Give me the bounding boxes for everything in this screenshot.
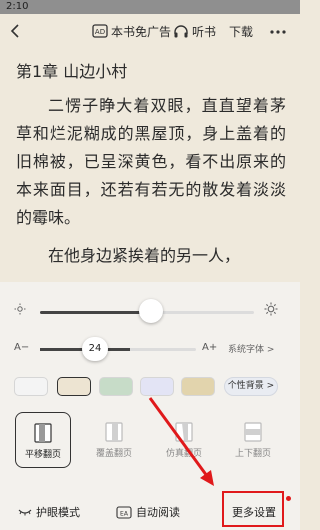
scroll-page-icon — [244, 422, 262, 442]
flip-mode-cover[interactable]: 覆盖翻页 — [86, 412, 142, 468]
brightness-low-icon — [14, 303, 26, 315]
custom-background-button[interactable]: 个性背景 > — [224, 377, 278, 396]
background-swatch-parchment[interactable] — [57, 377, 91, 396]
font-increase-button[interactable]: A+ — [202, 342, 217, 353]
brightness-slider-thumb[interactable] — [139, 299, 163, 323]
font-size-value[interactable]: 24 — [82, 337, 108, 361]
ad-free-icon: AD — [92, 24, 108, 38]
ad-free-label: 本书免广告 — [111, 24, 172, 39]
background-swatch-lavender[interactable] — [140, 377, 174, 396]
status-bar: 2:10 — [0, 0, 300, 14]
auto-read-button[interactable]: EA 自动阅读 — [116, 502, 180, 522]
annotation-highlight-box — [222, 491, 284, 527]
background-swatch-white[interactable] — [14, 377, 48, 396]
font-decrease-button[interactable]: A− — [14, 342, 29, 353]
headphones-icon — [174, 25, 188, 38]
brightness-slider-fill — [40, 311, 151, 314]
curl-page-icon — [175, 422, 193, 442]
auto-read-label: 自动阅读 — [136, 506, 180, 519]
back-icon[interactable] — [6, 21, 26, 41]
notification-dot — [286, 496, 291, 501]
eye-icon — [18, 509, 32, 516]
flip-mode-label: 上下翻页 — [234, 449, 271, 459]
eye-mode-label: 护眼模式 — [36, 506, 80, 519]
auto-read-icon: EA — [116, 505, 132, 519]
ad-free-button[interactable]: AD 本书免广告 — [92, 23, 171, 39]
listen-label: 听书 — [192, 24, 217, 39]
page-flip-row: 平移翻页 覆盖翻页 仿真翻页 上下翻页 — [0, 412, 300, 472]
content-paragraph: 二愣子睁大着双眼，直直望着茅草和烂泥糊成的黑屋顶，身上盖着的旧棉被，已呈深黄色，… — [16, 96, 286, 227]
flip-mode-label: 平移翻页 — [24, 450, 61, 460]
flip-mode-label: 覆盖翻页 — [95, 449, 132, 459]
download-button[interactable]: 下载 — [229, 23, 253, 39]
background-swatch-green[interactable] — [99, 377, 133, 396]
cover-page-icon — [105, 422, 123, 442]
flip-mode-curl[interactable]: 仿真翻页 — [156, 412, 212, 468]
background-row: 个性背景 > — [0, 374, 300, 398]
listen-button[interactable]: 听书 — [173, 23, 216, 39]
flip-mode-label: 仿真翻页 — [165, 449, 202, 459]
eye-mode-button[interactable]: 护眼模式 — [18, 502, 80, 522]
font-size-row: A− 24 A+ 系统字体 > — [0, 336, 300, 362]
svg-text:AD: AD — [95, 28, 105, 36]
download-label: 下载 — [229, 24, 254, 39]
font-size-slider[interactable] — [40, 348, 196, 351]
slide-page-icon — [34, 423, 52, 443]
chapter-content: 二愣子睁大着双眼，直直望着茅草和烂泥糊成的黑屋顶，身上盖着的旧棉被，已呈深黄色，… — [16, 92, 286, 270]
brightness-high-icon — [264, 302, 278, 316]
svg-text:EA: EA — [120, 510, 129, 517]
more-options-icon[interactable] — [268, 24, 288, 38]
flip-mode-scroll[interactable]: 上下翻页 — [225, 412, 281, 468]
flip-mode-slide[interactable]: 平移翻页 — [15, 412, 71, 468]
reader-top-bar: AD 本书免广告 听书 下载 — [0, 14, 300, 48]
brightness-row — [0, 282, 300, 323]
background-swatch-tan[interactable] — [181, 377, 215, 396]
chapter-title: 第1章 山边小村 — [16, 62, 128, 81]
status-time: 2:10 — [6, 1, 29, 12]
content-paragraph: 在他身边紧挨着的另一人， — [48, 246, 241, 265]
system-font-link[interactable]: 系统字体 > — [228, 342, 274, 355]
